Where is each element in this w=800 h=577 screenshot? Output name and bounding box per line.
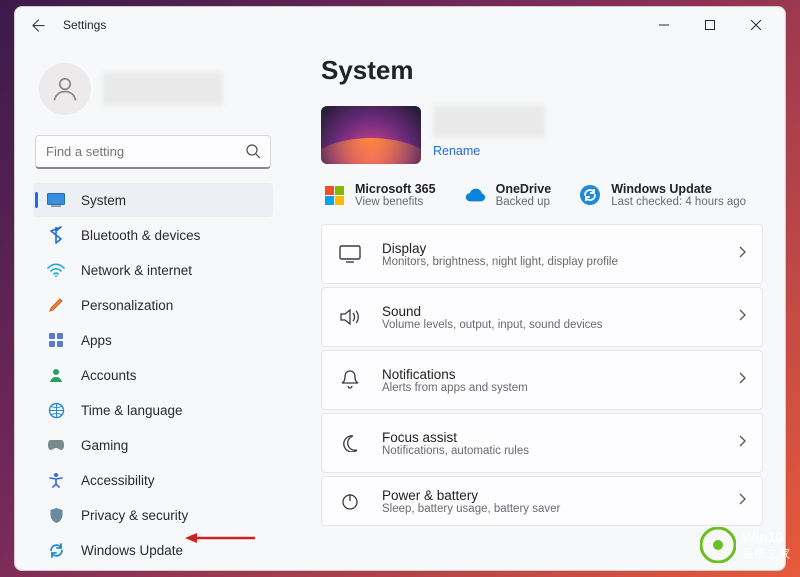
back-button[interactable]: [21, 8, 55, 42]
system-icon: [47, 191, 65, 209]
item-title: Display: [382, 241, 618, 256]
minimize-icon: [659, 20, 669, 30]
item-sub: Alerts from apps and system: [382, 382, 528, 394]
update-status-icon: [579, 184, 601, 206]
arrow-left-icon: [31, 18, 46, 33]
sidebar-item-label: Gaming: [81, 438, 128, 453]
bell-icon: [338, 368, 362, 392]
sidebar-item-label: Time & language: [81, 403, 183, 418]
search-input[interactable]: [35, 135, 271, 169]
window-title: Settings: [63, 18, 106, 32]
wifi-icon: [47, 261, 65, 279]
sidebar-item-privacy[interactable]: Privacy & security: [33, 498, 273, 532]
settings-item-sound[interactable]: Sound Volume levels, output, input, soun…: [321, 287, 763, 347]
sidebar-item-bluetooth[interactable]: Bluetooth & devices: [33, 218, 273, 252]
shield-icon: [47, 506, 65, 524]
accessibility-icon: [47, 471, 65, 489]
chevron-right-icon: [738, 434, 746, 452]
watermark-logo-icon: [700, 527, 736, 563]
power-icon: [338, 489, 362, 513]
rename-link[interactable]: Rename: [433, 144, 545, 158]
sidebar-item-label: Personalization: [81, 298, 173, 313]
chevron-right-icon: [738, 492, 746, 510]
item-sub: Sleep, battery usage, battery saver: [382, 503, 560, 515]
sidebar-item-accessibility[interactable]: Accessibility: [33, 463, 273, 497]
watermark-line1: Win10: [742, 529, 790, 545]
page-title: System: [321, 55, 763, 86]
close-icon: [751, 20, 761, 30]
accounts-icon: [47, 366, 65, 384]
sidebar-item-label: Privacy & security: [81, 508, 188, 523]
sidebar-item-label: Windows Update: [81, 543, 183, 558]
sidebar-item-time-language[interactable]: Time & language: [33, 393, 273, 427]
close-button[interactable]: [733, 10, 779, 40]
desktop-preview: [321, 106, 421, 164]
status-title: Microsoft 365: [355, 182, 436, 196]
status-sub: View benefits: [355, 196, 436, 208]
settings-item-display[interactable]: Display Monitors, brightness, night ligh…: [321, 224, 763, 284]
sidebar-item-windows-update[interactable]: Windows Update: [33, 533, 273, 567]
watermark-line2: 系统之家: [742, 545, 790, 562]
chevron-right-icon: [738, 371, 746, 389]
apps-icon: [47, 331, 65, 349]
minimize-button[interactable]: [641, 10, 687, 40]
status-windows-update[interactable]: Windows Update Last checked: 4 hours ago: [579, 182, 746, 208]
status-sub: Backed up: [496, 196, 552, 208]
microsoft-logo-icon: [323, 184, 345, 206]
sidebar-item-gaming[interactable]: Gaming: [33, 428, 273, 462]
sidebar-item-label: Accessibility: [81, 473, 155, 488]
watermark: Win10 系统之家: [700, 527, 790, 563]
sidebar-item-label: System: [81, 193, 126, 208]
sidebar-item-label: Accounts: [81, 368, 137, 383]
nav-list: System Bluetooth & devices Network & int…: [33, 183, 273, 567]
status-sub: Last checked: 4 hours ago: [611, 196, 746, 208]
display-icon: [338, 242, 362, 266]
settings-item-focus-assist[interactable]: Focus assist Notifications, automatic ru…: [321, 413, 763, 473]
paintbrush-icon: [47, 296, 65, 314]
status-title: Windows Update: [611, 182, 746, 196]
user-account-row[interactable]: [33, 51, 273, 135]
sound-icon: [338, 305, 362, 329]
sidebar-item-personalization[interactable]: Personalization: [33, 288, 273, 322]
search-icon: [245, 143, 261, 164]
item-sub: Monitors, brightness, night light, displ…: [382, 256, 618, 268]
status-microsoft365[interactable]: Microsoft 365 View benefits: [323, 182, 436, 208]
sidebar-item-label: Bluetooth & devices: [81, 228, 200, 243]
maximize-icon: [705, 20, 715, 30]
update-icon: [47, 541, 65, 559]
chevron-right-icon: [738, 245, 746, 263]
item-title: Sound: [382, 304, 603, 319]
sidebar-item-label: Apps: [81, 333, 112, 348]
moon-icon: [338, 431, 362, 455]
maximize-button[interactable]: [687, 10, 733, 40]
globe-clock-icon: [47, 401, 65, 419]
sidebar-item-label: Network & internet: [81, 263, 192, 278]
settings-item-power-battery[interactable]: Power & battery Sleep, battery usage, ba…: [321, 476, 763, 526]
item-title: Notifications: [382, 367, 528, 382]
item-title: Power & battery: [382, 488, 560, 503]
device-name-redacted: [433, 106, 545, 138]
status-title: OneDrive: [496, 182, 552, 196]
onedrive-icon: [464, 184, 486, 206]
status-onedrive[interactable]: OneDrive Backed up: [464, 182, 552, 208]
sidebar-item-system[interactable]: System: [33, 183, 273, 217]
sidebar-item-network[interactable]: Network & internet: [33, 253, 273, 287]
item-sub: Notifications, automatic rules: [382, 445, 529, 457]
sidebar-item-apps[interactable]: Apps: [33, 323, 273, 357]
user-icon: [50, 74, 80, 104]
avatar: [39, 63, 91, 115]
user-name-redacted: [103, 72, 223, 106]
bluetooth-icon: [47, 226, 65, 244]
chevron-right-icon: [738, 308, 746, 326]
item-title: Focus assist: [382, 430, 529, 445]
settings-item-notifications[interactable]: Notifications Alerts from apps and syste…: [321, 350, 763, 410]
sidebar-item-accounts[interactable]: Accounts: [33, 358, 273, 392]
gaming-icon: [47, 436, 65, 454]
item-sub: Volume levels, output, input, sound devi…: [382, 319, 603, 331]
